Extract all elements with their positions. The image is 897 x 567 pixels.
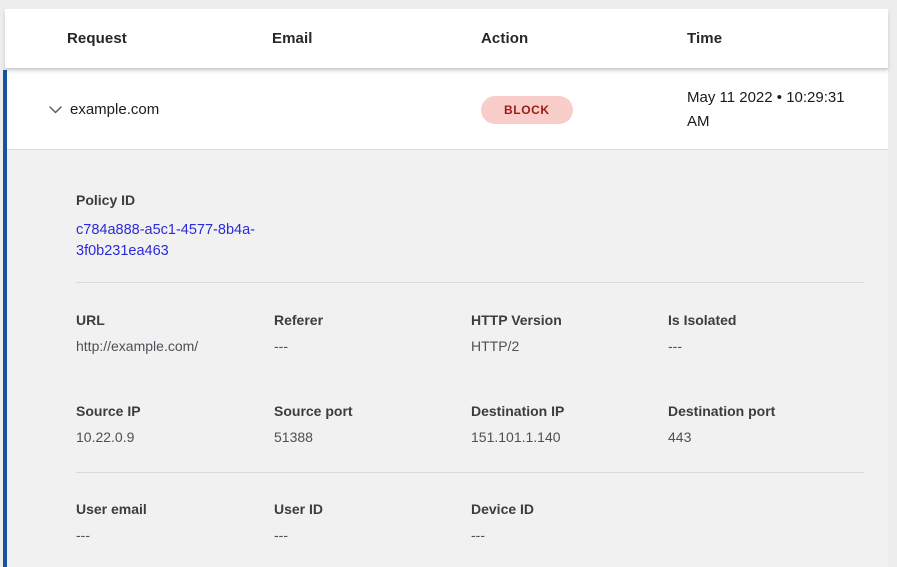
detail-field-source-ip: Source IP 10.22.0.9 — [76, 403, 274, 446]
field-label: Source IP — [76, 403, 274, 420]
field-value: HTTP/2 — [471, 338, 668, 355]
field-label: HTTP Version — [471, 312, 668, 329]
field-value: --- — [471, 527, 668, 544]
field-value: 443 — [668, 429, 864, 446]
network-section: URL http://example.com/ Referer --- HTTP… — [76, 283, 864, 472]
column-header-action: Action — [481, 30, 687, 47]
field-value: 10.22.0.9 — [76, 429, 274, 446]
column-header-email: Email — [272, 30, 481, 47]
block-action-badge: BLOCK — [481, 96, 573, 124]
field-label: User ID — [274, 501, 471, 518]
policy-section: Policy ID c784a888-a5c1-4577-8b4a-3f0b23… — [76, 150, 864, 282]
detail-field-http-version: HTTP Version HTTP/2 — [471, 312, 668, 355]
action-cell: BLOCK — [481, 96, 687, 124]
detail-field-destination-port: Destination port 443 — [668, 403, 864, 446]
time-cell: May 11 2022 • 10:29:31 AM — [687, 86, 859, 134]
field-value: http://example.com/ — [76, 338, 274, 355]
expanded-log-entry: example.com BLOCK May 11 2022 • 10:29:31… — [3, 70, 888, 567]
detail-field-empty — [668, 501, 864, 544]
field-label: Destination IP — [471, 403, 668, 420]
field-label: Source port — [274, 403, 471, 420]
column-header-request: Request — [67, 30, 272, 47]
detail-field-user-email: User email --- — [76, 501, 274, 544]
detail-field-user-id: User ID --- — [274, 501, 471, 544]
detail-field-device-id: Device ID --- — [471, 501, 668, 544]
field-value: --- — [668, 338, 864, 355]
request-cell: example.com — [70, 101, 272, 118]
log-details-panel: Policy ID c784a888-a5c1-4577-8b4a-3f0b23… — [7, 150, 888, 567]
field-label: Destination port — [668, 403, 864, 420]
detail-field-destination-ip: Destination IP 151.101.1.140 — [471, 403, 668, 446]
log-row[interactable]: example.com BLOCK May 11 2022 • 10:29:31… — [7, 70, 888, 150]
log-table-header: Request Email Action Time — [5, 9, 888, 68]
field-value: 51388 — [274, 429, 471, 446]
detail-field-source-port: Source port 51388 — [274, 403, 471, 446]
field-value: --- — [274, 338, 471, 355]
column-header-time: Time — [687, 30, 888, 47]
policy-id-label: Policy ID — [76, 192, 864, 209]
field-label: Referer — [274, 312, 471, 329]
field-label: URL — [76, 312, 274, 329]
field-value: --- — [76, 527, 274, 544]
field-label: Is Isolated — [668, 312, 864, 329]
field-value: --- — [274, 527, 471, 544]
chevron-down-icon[interactable] — [47, 102, 63, 118]
policy-id-link[interactable]: c784a888-a5c1-4577-8b4a-3f0b231ea463 — [76, 220, 281, 262]
field-label: Device ID — [471, 501, 668, 518]
user-section: User email --- User ID --- Device ID --- — [76, 473, 864, 564]
detail-field-url: URL http://example.com/ — [76, 312, 274, 355]
field-label: User email — [76, 501, 274, 518]
detail-field-is-isolated: Is Isolated --- — [668, 312, 864, 355]
field-value: 151.101.1.140 — [471, 429, 668, 446]
detail-field-referer: Referer --- — [274, 312, 471, 355]
